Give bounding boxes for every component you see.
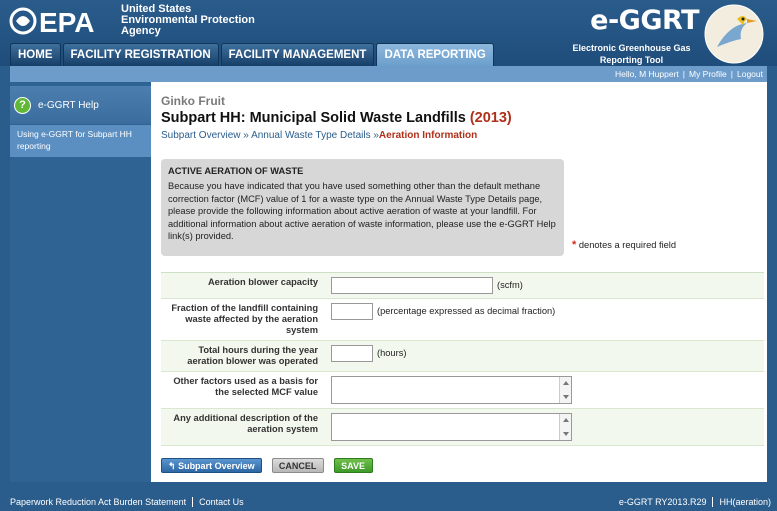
tab-facility-management[interactable]: FACILITY MANAGEMENT	[220, 43, 375, 66]
help-link-subpart-hh[interactable]: Using e-GGRT for Subpart HH reporting	[10, 125, 151, 157]
app-title: e-GGRT	[590, 5, 699, 36]
page-id-text: HH(aeration)	[719, 497, 771, 507]
paperwork-reduction-link[interactable]: Paperwork Reduction Act Burden Statement	[10, 497, 186, 507]
user-bar: Hello, M Huppert | My Profile | Logout	[10, 66, 767, 82]
fraction-label: Fraction of the landfill containing wast…	[171, 303, 318, 335]
user-greeting: Hello, M Huppert	[614, 69, 679, 79]
tab-home[interactable]: HOME	[10, 43, 61, 66]
save-button[interactable]: SAVE	[333, 458, 373, 473]
info-text: Because you have indicated that you have…	[168, 181, 556, 242]
info-box: ACTIVE AERATION OF WASTE Because you hav…	[161, 159, 564, 256]
description-textarea[interactable]	[331, 413, 572, 441]
breadcrumb-subpart-overview[interactable]: Subpart Overview	[161, 130, 240, 141]
blower-capacity-label: Aeration blower capacity	[207, 277, 318, 287]
logout-link[interactable]: Logout	[737, 69, 763, 79]
tab-data-reporting[interactable]: DATA REPORTING	[376, 43, 494, 66]
fraction-unit: (percentage expressed as decimal fractio…	[377, 306, 556, 316]
form-row: Total hours during the year aeration blo…	[161, 341, 764, 372]
facility-name: Ginko Fruit	[161, 94, 225, 108]
site-header: EPA United States Environmental Protecti…	[0, 0, 777, 66]
sidebar: ? e-GGRT Help Using e-GGRT for Subpart H…	[10, 82, 151, 482]
egrrt-help-button[interactable]: ? e-GGRT Help	[10, 86, 151, 124]
form-row: Fraction of the landfill containing wast…	[161, 299, 764, 341]
bird-logo-icon	[704, 4, 764, 64]
breadcrumb-current: Aeration Information	[378, 130, 478, 141]
main-nav-tabs: HOME FACILITY REGISTRATION FACILITY MANA…	[10, 43, 496, 66]
tab-facility-registration[interactable]: FACILITY REGISTRATION	[62, 43, 219, 66]
breadcrumb: Subpart Overview » Annual Waste Type Det…	[161, 130, 478, 141]
required-asterisk-icon: *	[572, 239, 577, 251]
info-title: ACTIVE AERATION OF WASTE	[168, 166, 304, 176]
hours-label: Total hours during the year aeration blo…	[187, 345, 318, 366]
breadcrumb-annual-waste-type[interactable]: Annual Waste Type Details	[251, 130, 371, 141]
my-profile-link[interactable]: My Profile	[689, 69, 727, 79]
app-subtitle: Electronic Greenhouse Gas Reporting Tool	[572, 43, 691, 65]
epa-wordmark: EPA	[39, 7, 95, 38]
description-label: Any additional description of the aerati…	[173, 413, 318, 434]
arrow-up-icon: ↰	[168, 461, 176, 471]
hours-unit: (hours)	[377, 348, 407, 358]
textarea-scrollbar[interactable]	[559, 377, 571, 403]
textarea-scrollbar[interactable]	[559, 414, 571, 440]
question-icon: ?	[14, 96, 31, 114]
cancel-button[interactable]: CANCEL	[271, 458, 324, 473]
form-buttons: ↰ Subpart Overview CANCEL SAVE	[161, 458, 373, 473]
other-factors-textarea[interactable]	[331, 376, 572, 404]
reporting-year: (2013)	[469, 110, 512, 126]
aeration-form: Aeration blower capacity (scfm) Fraction…	[161, 272, 764, 446]
help-label: e-GGRT Help	[38, 99, 99, 111]
version-text: e-GGRT RY2013.R29	[618, 497, 707, 507]
blower-capacity-input[interactable]	[331, 277, 493, 294]
hours-input[interactable]	[331, 345, 373, 362]
form-row: Aeration blower capacity (scfm)	[161, 273, 764, 299]
agency-name: United States Environmental Protection A…	[121, 3, 255, 37]
main-content: Ginko Fruit Subpart HH: Municipal Solid …	[151, 82, 767, 482]
blower-capacity-unit: (scfm)	[497, 280, 523, 290]
page-footer: Paperwork Reduction Act Burden Statement…	[0, 493, 777, 511]
required-field-note: * denotes a required field	[572, 239, 677, 251]
form-row: Other factors used as a basis for the se…	[161, 372, 764, 409]
fraction-input[interactable]	[331, 303, 373, 320]
contact-us-link[interactable]: Contact Us	[199, 497, 244, 507]
form-row: Any additional description of the aerati…	[161, 409, 764, 446]
page-title: Subpart HH: Municipal Solid Waste Landfi…	[161, 110, 512, 126]
subpart-overview-button[interactable]: ↰ Subpart Overview	[161, 458, 262, 473]
eggrt-brand[interactable]: e-GGRT Electronic Greenhouse Gas Reporti…	[565, 3, 765, 65]
other-factors-label: Other factors used as a basis for the se…	[173, 376, 318, 397]
epa-logo[interactable]: EPA	[8, 4, 120, 38]
